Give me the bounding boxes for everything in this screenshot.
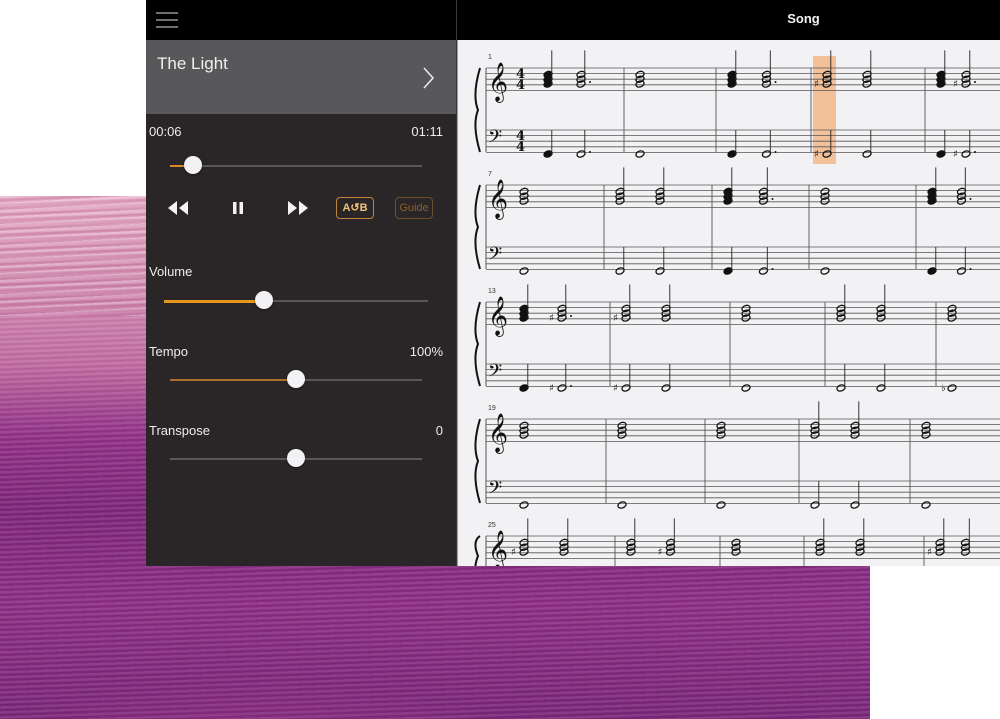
guide-button[interactable]: Guide	[395, 197, 433, 219]
bass-clef: 𝄢	[488, 127, 502, 152]
transpose-knob[interactable]	[287, 449, 305, 467]
measure-number: 19	[488, 405, 496, 412]
transpose-slider[interactable]	[170, 449, 422, 469]
volume-slider[interactable]	[164, 291, 428, 311]
measure-number: 1	[488, 54, 492, 61]
dot	[969, 268, 972, 270]
note-head	[519, 501, 529, 509]
sharp-accidental: ♯	[814, 79, 819, 90]
score-toolbar: Song	[457, 0, 1000, 40]
sharp-accidental: ♯	[613, 383, 618, 394]
sharp-accidental: ♯	[613, 313, 618, 324]
sheet-music-view[interactable]: 1 𝄞 𝄢 4 4 4 4 ♯ ♯ ♯ ♯ 7 𝄞 𝄢 13 𝄞 𝄢 ♯ ♯ ♯ ♯ ♭ 19 𝄞 𝄢 25 𝄞 ♯ ♯ ♯	[457, 40, 1000, 566]
note-head	[947, 384, 957, 392]
bass-clef: 𝄢	[488, 478, 502, 503]
volume-knob[interactable]	[255, 291, 274, 309]
dot	[589, 151, 591, 153]
seek-track	[170, 165, 422, 167]
tempo-label: Tempo	[149, 344, 189, 359]
measure-number: 25	[488, 522, 496, 529]
app-window: The Light 00:06 01:11 A↺B Guide Volume T…	[146, 0, 1000, 566]
note-head	[519, 267, 529, 275]
hamburger-menu-icon[interactable]	[156, 9, 180, 29]
current-time: 00:06	[149, 124, 182, 139]
measure-number: 7	[488, 171, 492, 178]
playback-panel: The Light 00:06 01:11 A↺B Guide Volume T…	[146, 0, 456, 566]
dot	[969, 198, 972, 200]
treble-clef: 𝄞	[488, 296, 508, 337]
tempo-slider[interactable]	[170, 370, 422, 390]
treble-clef: 𝄞	[488, 530, 508, 566]
rewind-icon	[168, 201, 188, 215]
staff-brace	[474, 301, 481, 387]
dot	[570, 315, 572, 317]
sharp-accidental: ♯	[953, 149, 958, 160]
decorative-background-texture	[0, 196, 146, 316]
treble-time-signature-bottom: 4	[516, 78, 525, 93]
pause-button[interactable]	[230, 197, 246, 219]
bass-clef: 𝄢	[488, 244, 502, 269]
staff-brace	[474, 184, 481, 270]
dot	[974, 81, 976, 83]
transpose-label: Transpose	[149, 423, 210, 438]
dot	[570, 385, 572, 387]
tempo-fill	[170, 379, 296, 381]
fast-forward-button[interactable]	[286, 197, 310, 219]
flat-accidental: ♭	[941, 383, 946, 394]
song-selector[interactable]: The Light	[146, 40, 456, 114]
measure-number: 13	[488, 288, 496, 295]
ab-repeat-button[interactable]: A↺B	[336, 197, 374, 219]
pause-icon	[233, 202, 243, 214]
note-head	[716, 501, 726, 509]
sharp-accidental: ♯	[549, 313, 554, 324]
seek-knob[interactable]	[183, 156, 202, 174]
fast-forward-icon	[288, 201, 308, 215]
tempo-value: 100%	[409, 344, 443, 359]
sharp-accidental: ♯	[927, 547, 932, 558]
seek-slider[interactable]	[170, 156, 422, 176]
total-time: 01:11	[411, 124, 443, 139]
background-blank-area	[870, 566, 1000, 719]
note-head	[741, 384, 751, 392]
treble-clef: 𝄞	[488, 179, 508, 220]
dot	[974, 151, 976, 153]
dot	[771, 268, 774, 270]
volume-label: Volume	[149, 264, 193, 279]
tempo-knob[interactable]	[287, 370, 305, 388]
volume-fill	[164, 300, 265, 303]
bass-clef: 𝄢	[488, 361, 502, 386]
bass-time-signature-bottom: 4	[516, 140, 525, 155]
treble-clef: 𝄞	[488, 413, 508, 454]
sharp-accidental: ♯	[658, 547, 663, 558]
sharp-accidental: ♯	[511, 547, 516, 558]
staff-brace	[474, 535, 481, 566]
note-head	[820, 267, 830, 275]
chevron-right-icon[interactable]	[418, 66, 438, 90]
note-head	[921, 501, 931, 509]
rewind-button[interactable]	[166, 197, 190, 219]
sharp-accidental: ♯	[953, 79, 958, 90]
treble-clef: 𝄞	[488, 62, 508, 103]
sheet-music: 1𝄞𝄢4444♯♯♯♯7𝄞𝄢13𝄞𝄢♯♯♯♯ ♭19𝄞𝄢25𝄞 ♯ ♯ ♯	[474, 50, 1000, 566]
song-title: The Light	[157, 54, 228, 73]
dot	[774, 81, 777, 83]
staff-brace	[474, 418, 481, 504]
dot	[771, 198, 774, 200]
sharp-accidental: ♯	[814, 149, 819, 160]
note-head	[617, 501, 627, 509]
staff-brace	[474, 67, 481, 153]
panel-toolbar	[146, 0, 456, 40]
dot	[589, 81, 591, 83]
sharp-accidental: ♯	[549, 383, 554, 394]
transpose-value: 0	[435, 423, 443, 438]
note-head	[635, 150, 645, 158]
score-header-title: Song	[787, 11, 820, 26]
dot	[774, 151, 777, 153]
